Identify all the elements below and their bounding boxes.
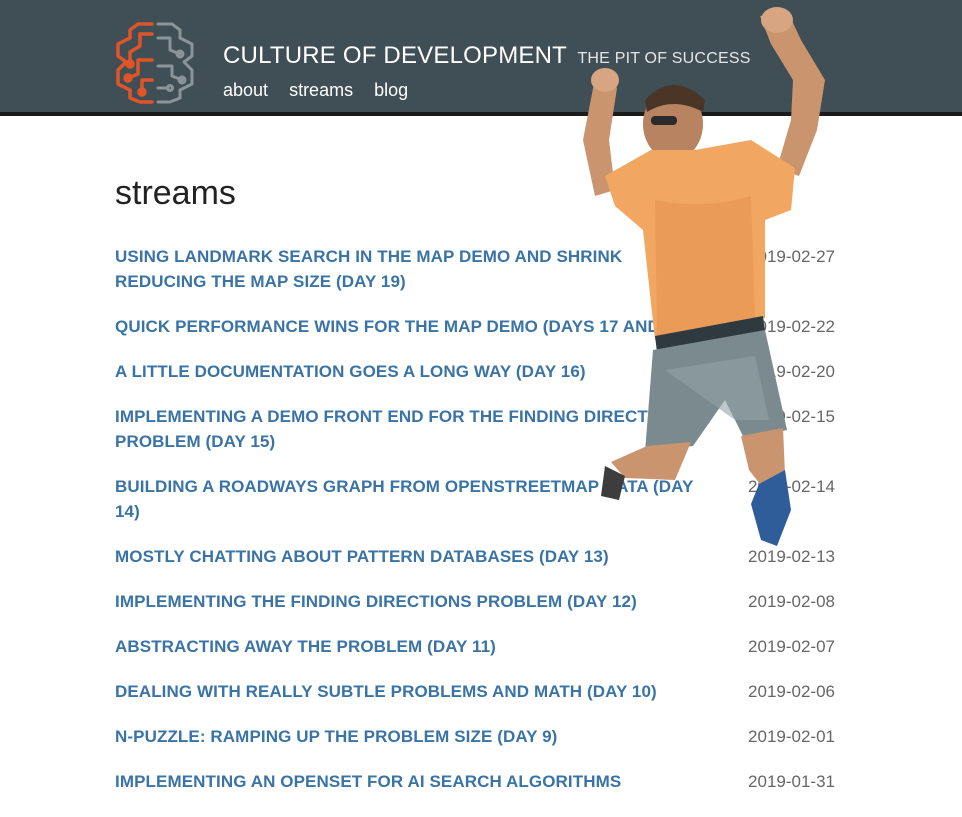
list-item: N-PUZZLE: RAMPING UP THE PROBLEM SIZE (D… xyxy=(115,724,835,749)
list-item: DEALING WITH REALLY SUBTLE PROBLEMS AND … xyxy=(115,679,835,704)
post-date: 2019-02-06 xyxy=(748,682,835,701)
post-date: 2019-02-22 xyxy=(748,317,835,336)
post-date: 2019-02-01 xyxy=(748,727,835,746)
site-tagline: THE PIT OF SUCCESS xyxy=(577,50,751,67)
page-title: streams xyxy=(115,174,236,212)
nav-link-blog[interactable]: blog xyxy=(374,80,408,100)
post-title-link[interactable]: QUICK PERFORMANCE WINS FOR THE MAP DEMO … xyxy=(115,314,705,339)
post-title-link[interactable]: USING LANDMARK SEARCH IN THE MAP DEMO AN… xyxy=(115,244,705,294)
main-nav: about streams blog xyxy=(223,80,424,101)
list-item: IMPLEMENTING AN OPENSET FOR AI SEARCH AL… xyxy=(115,769,835,794)
list-item: IMPLEMENTING THE FINDING DIRECTIONS PROB… xyxy=(115,589,835,614)
post-date: 2019-02-13 xyxy=(748,547,835,566)
nav-link-about[interactable]: about xyxy=(223,80,268,100)
post-title-link[interactable]: MOSTLY CHATTING ABOUT PATTERN DATABASES … xyxy=(115,544,705,569)
post-title-link[interactable]: N-PUZZLE: RAMPING UP THE PROBLEM SIZE (D… xyxy=(115,724,705,749)
site-header: CULTURE OF DEVELOPMENT THE PIT OF SUCCES… xyxy=(0,0,962,116)
post-date: 2019-02-27 xyxy=(748,247,835,266)
list-item: ABSTRACTING AWAY THE PROBLEM (DAY 11) 20… xyxy=(115,634,835,659)
list-item: QUICK PERFORMANCE WINS FOR THE MAP DEMO … xyxy=(115,314,835,339)
post-title-link[interactable]: DEALING WITH REALLY SUBTLE PROBLEMS AND … xyxy=(115,679,705,704)
post-date: 2019-02-14 xyxy=(748,477,835,496)
post-date: 2019-02-07 xyxy=(748,637,835,656)
post-title-link[interactable]: IMPLEMENTING THE FINDING DIRECTIONS PROB… xyxy=(115,589,705,614)
post-title-link[interactable]: A LITTLE DOCUMENTATION GOES A LONG WAY (… xyxy=(115,359,705,384)
site-name[interactable]: CULTURE OF DEVELOPMENT xyxy=(223,42,567,69)
nav-link-streams[interactable]: streams xyxy=(289,80,353,100)
post-date: 2019-02-15 xyxy=(748,407,835,426)
post-title-link[interactable]: IMPLEMENTING AN OPENSET FOR AI SEARCH AL… xyxy=(115,769,705,794)
list-item: A LITTLE DOCUMENTATION GOES A LONG WAY (… xyxy=(115,359,835,384)
post-title-link[interactable]: BUILDING A ROADWAYS GRAPH FROM OPENSTREE… xyxy=(115,474,705,524)
post-date: 2019-02-20 xyxy=(748,362,835,381)
list-item: IMPLEMENTING A DEMO FRONT END FOR THE FI… xyxy=(115,404,835,454)
list-item: USING LANDMARK SEARCH IN THE MAP DEMO AN… xyxy=(115,244,835,294)
post-title-link[interactable]: ABSTRACTING AWAY THE PROBLEM (DAY 11) xyxy=(115,634,705,659)
stream-list: USING LANDMARK SEARCH IN THE MAP DEMO AN… xyxy=(115,244,835,814)
list-item: MOSTLY CHATTING ABOUT PATTERN DATABASES … xyxy=(115,544,835,569)
post-date: 2019-02-08 xyxy=(748,592,835,611)
post-date: 2019-01-31 xyxy=(748,772,835,791)
brain-circuit-logo-icon[interactable] xyxy=(112,20,198,106)
site-title[interactable]: CULTURE OF DEVELOPMENT THE PIT OF SUCCES… xyxy=(223,42,751,70)
list-item: BUILDING A ROADWAYS GRAPH FROM OPENSTREE… xyxy=(115,474,835,524)
post-title-link[interactable]: IMPLEMENTING A DEMO FRONT END FOR THE FI… xyxy=(115,404,705,454)
